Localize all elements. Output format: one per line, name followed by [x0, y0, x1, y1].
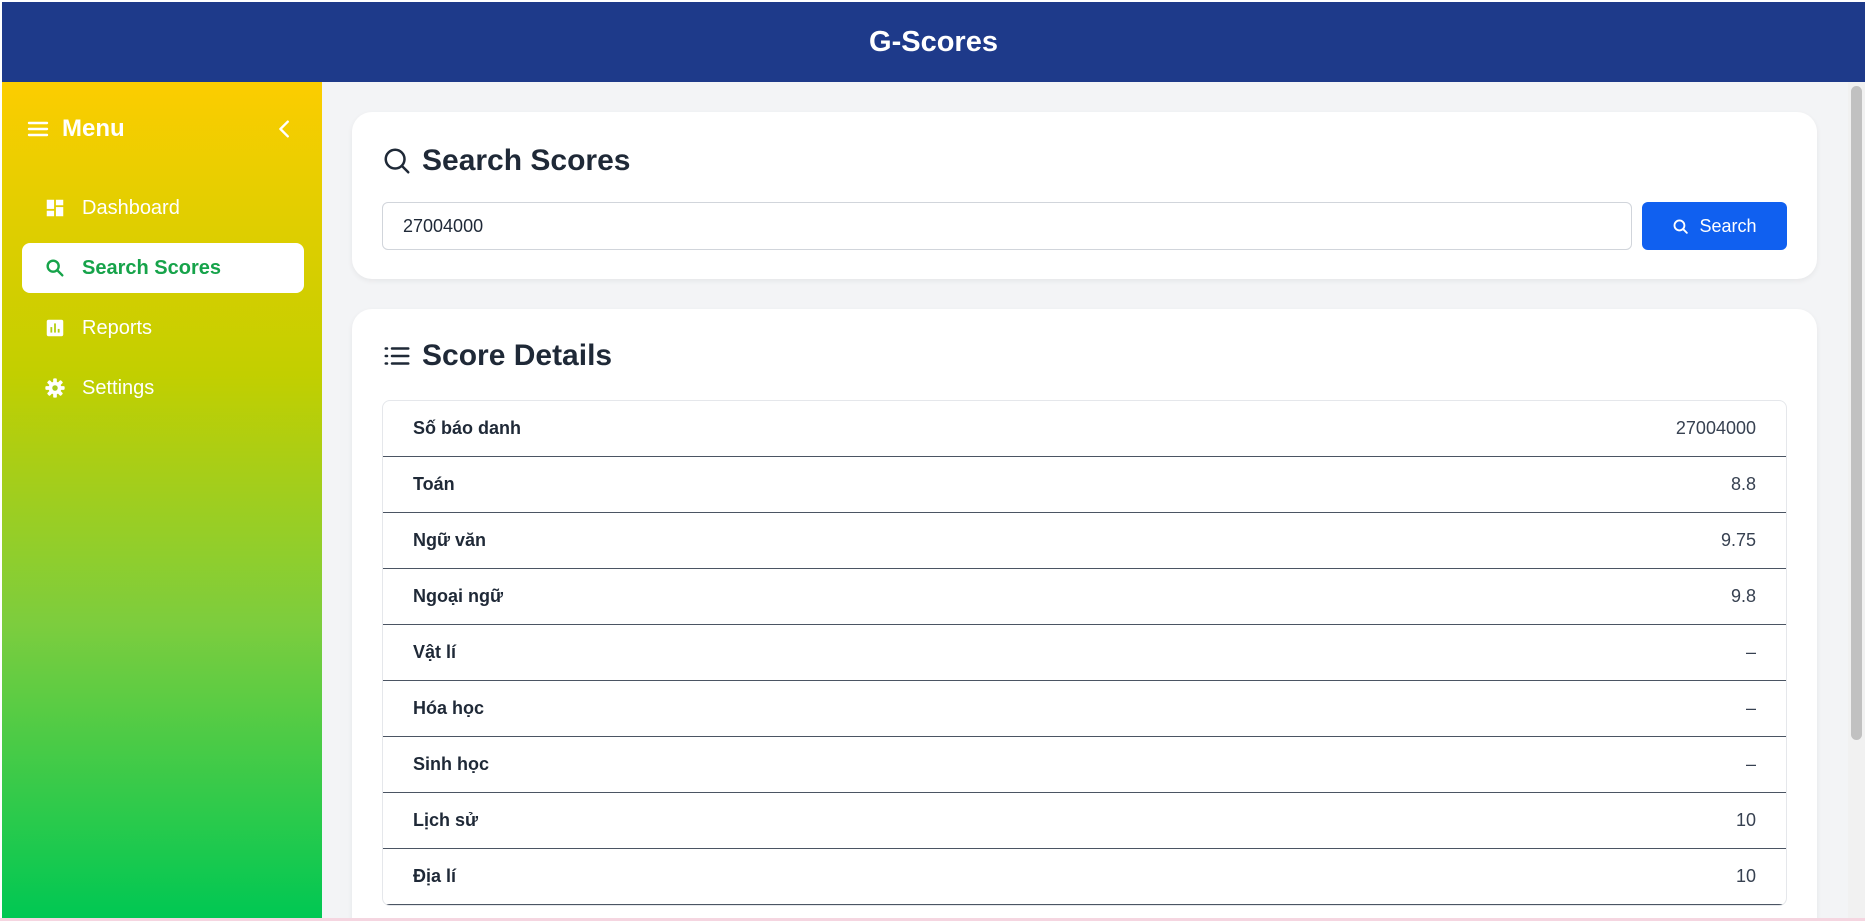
search-card: Search Scores Search	[352, 112, 1817, 279]
sidebar: Menu Dashboard Search Scores Reports Set…	[2, 82, 322, 918]
menu-header: Menu	[26, 112, 296, 146]
bar-chart-icon	[46, 319, 64, 337]
row-label: Vật lí	[413, 642, 457, 662]
scrollbar-thumb[interactable]	[1851, 86, 1862, 740]
row-label: Sinh học	[413, 754, 489, 774]
row-value: 10	[1735, 866, 1756, 886]
row-value: –	[1745, 642, 1756, 662]
app-title: G-Scores	[869, 25, 998, 58]
score-details-title: Score Details	[382, 339, 612, 373]
table-row: Địa lí 10	[383, 849, 1786, 905]
table-row: Hóa học –	[383, 681, 1786, 737]
main-content: Search Scores Search Score Details Số bá…	[322, 82, 1848, 918]
row-value: 9.75	[1720, 530, 1756, 550]
row-label: Hóa học	[413, 698, 485, 718]
table-row: Ngoại ngữ 9.8	[383, 569, 1786, 625]
row-label: Toán	[413, 474, 455, 494]
sidebar-item-reports[interactable]: Reports	[22, 303, 304, 353]
row-label: Ngữ văn	[413, 530, 487, 550]
score-details-card: Score Details Số báo danh 27004000 Toán …	[352, 309, 1817, 918]
search-card-title: Search Scores	[382, 144, 630, 178]
search-icon	[384, 148, 410, 174]
row-value: 8.8	[1730, 474, 1756, 494]
sidebar-item-settings[interactable]: Settings	[22, 363, 304, 413]
sidebar-item-search-scores[interactable]: Search Scores	[22, 243, 304, 293]
row-label: Địa lí	[413, 866, 457, 886]
row-value: 10	[1735, 810, 1756, 830]
row-value: 27004000	[1675, 418, 1756, 438]
chevron-left-icon[interactable]	[274, 118, 296, 140]
table-row: Lịch sử 10	[383, 793, 1786, 849]
score-table: Số báo danh 27004000 Toán 8.8 Ngữ văn 9.…	[382, 400, 1787, 906]
row-label: Số báo danh	[413, 418, 521, 438]
sidebar-item-label: Reports	[82, 316, 153, 339]
dashboard-icon	[46, 199, 64, 217]
table-row: Vật lí –	[383, 625, 1786, 681]
score-details-title-text: Score Details	[422, 339, 613, 372]
table-row: Ngữ văn 9.75	[383, 513, 1786, 569]
search-icon	[46, 259, 64, 277]
search-title-text: Search Scores	[422, 144, 631, 177]
table-row: Số báo danh 27004000	[383, 401, 1786, 457]
search-input[interactable]	[382, 202, 1632, 250]
search-button[interactable]: Search	[1642, 202, 1787, 250]
list-icon	[384, 347, 410, 365]
row-label: Lịch sử	[413, 810, 479, 830]
row-label: Ngoại ngữ	[413, 586, 504, 606]
gear-icon	[45, 378, 65, 398]
menu-title: Menu	[62, 115, 125, 142]
row-value: 9.8	[1730, 586, 1756, 606]
search-icon	[1674, 219, 1689, 234]
row-value: –	[1745, 698, 1756, 718]
search-button-label: Search	[1699, 215, 1757, 236]
sidebar-item-label: Search Scores	[82, 256, 221, 279]
table-row: Sinh học –	[383, 737, 1786, 793]
sidebar-item-label: Dashboard	[82, 196, 180, 219]
sidebar-item-dashboard[interactable]: Dashboard	[22, 183, 304, 233]
hamburger-icon[interactable]	[26, 117, 50, 141]
app-header: G-Scores	[2, 2, 1865, 82]
row-value: –	[1745, 754, 1756, 774]
table-row: Toán 8.8	[383, 457, 1786, 513]
sidebar-item-label: Settings	[82, 376, 155, 399]
